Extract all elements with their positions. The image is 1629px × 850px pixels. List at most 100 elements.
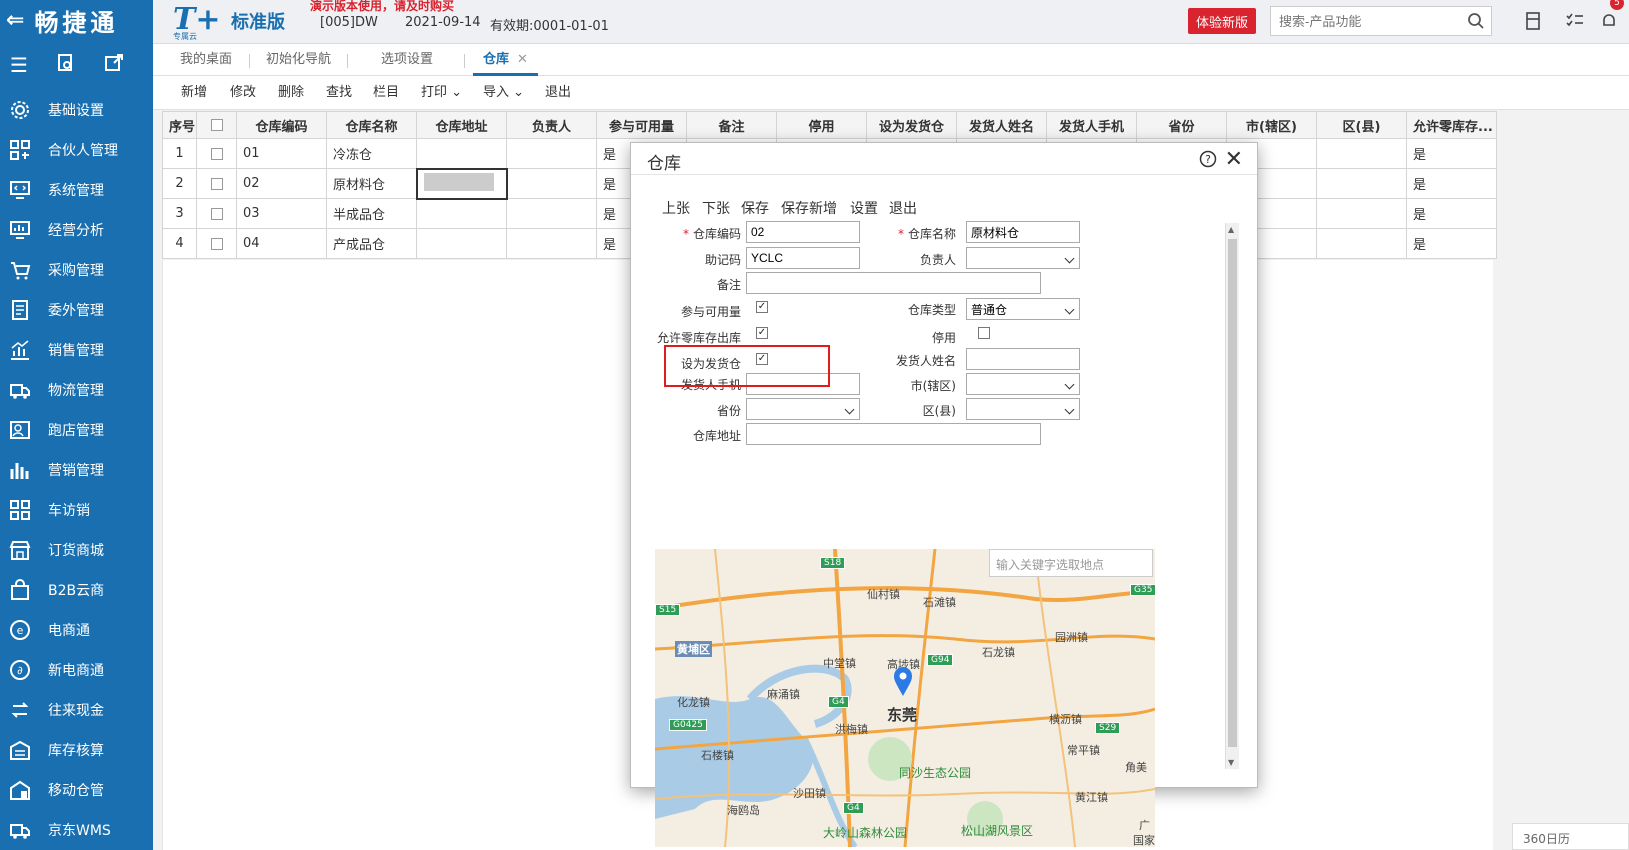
tab-init-nav[interactable]: 初始化导航: [266, 44, 331, 76]
column-header[interactable]: 参与可用量: [596, 111, 687, 139]
prev-record-button[interactable]: 上张: [662, 198, 690, 218]
row-checkbox[interactable]: [210, 177, 223, 190]
close-icon[interactable]: ✕: [1225, 147, 1243, 172]
tab-divider: [347, 54, 348, 68]
map-pin-icon[interactable]: [893, 667, 913, 697]
account-code: [005]DW: [320, 15, 378, 30]
tab-options[interactable]: 选项设置: [381, 44, 433, 76]
close-tab-icon[interactable]: ✕: [517, 52, 528, 67]
column-header[interactable]: 省份: [1136, 111, 1227, 139]
scroll-thumb[interactable]: [1228, 239, 1237, 747]
select-all-checkbox[interactable]: [196, 111, 237, 139]
edit-button[interactable]: 修改: [230, 76, 256, 110]
checklist-icon[interactable]: [1565, 11, 1585, 31]
sidebar-item-11[interactable]: 车访销: [0, 490, 153, 530]
sidebar-item-4[interactable]: 经营分析: [0, 210, 153, 250]
column-header[interactable]: 允许零库存...: [1406, 111, 1497, 139]
column-header[interactable]: 备注: [686, 111, 777, 139]
search-doc-icon[interactable]: [56, 53, 76, 78]
column-header[interactable]: 设为发货仓: [866, 111, 957, 139]
sidebar-item-1[interactable]: 基础设置: [0, 90, 153, 130]
save-new-button[interactable]: 保存新增: [781, 198, 837, 218]
column-header[interactable]: 仓库名称: [326, 111, 417, 139]
columns-button[interactable]: 栏目: [373, 76, 399, 110]
remark-field[interactable]: [746, 272, 1041, 294]
mnemonic-field[interactable]: [746, 247, 860, 269]
map-search-input[interactable]: 输入关键字选取地点: [989, 549, 1153, 577]
sidebar-item-10[interactable]: 营销管理: [0, 450, 153, 490]
import-button[interactable]: 导入 ⌄: [483, 76, 524, 110]
sidebar-item-7[interactable]: 销售管理: [0, 330, 153, 370]
save-button[interactable]: 保存: [741, 198, 769, 218]
province-select[interactable]: [746, 398, 860, 420]
column-header[interactable]: 市(辖区): [1226, 111, 1317, 139]
column-header[interactable]: 负责人: [506, 111, 597, 139]
shipper-name-field[interactable]: [966, 348, 1080, 370]
add-button[interactable]: 新增: [181, 76, 207, 110]
dialog-title: 仓库: [647, 154, 681, 174]
allow-zero-checkbox[interactable]: ✓: [756, 327, 768, 339]
print-button[interactable]: 打印 ⌄: [421, 76, 462, 110]
next-record-button[interactable]: 下张: [702, 198, 730, 218]
available-checkbox[interactable]: ✓: [756, 301, 768, 313]
bell-icon[interactable]: [1599, 11, 1619, 31]
sidebar-item-15[interactable]: ∂ 新电商通: [0, 650, 153, 690]
map-place: 洪梅镇: [835, 723, 868, 736]
tab-desktop[interactable]: 我的桌面: [180, 44, 232, 76]
column-header[interactable]: 发货人手机: [1046, 111, 1137, 139]
sidebar-item-5[interactable]: 采购管理: [0, 250, 153, 290]
sidebar-item-8[interactable]: 物流管理: [0, 370, 153, 410]
sidebar-item-9[interactable]: 跑店管理: [0, 410, 153, 450]
export-icon[interactable]: [104, 53, 124, 78]
search-input[interactable]: [1271, 7, 1451, 35]
calendar-widget[interactable]: 360日历: [1512, 823, 1629, 850]
sidebar-item-18[interactable]: 移动仓管: [0, 770, 153, 810]
dialog-scrollbar[interactable]: ▲ ▼: [1225, 223, 1239, 769]
help-icon[interactable]: ?: [1199, 150, 1217, 168]
row-checkbox[interactable]: [210, 147, 223, 160]
name-field[interactable]: [966, 221, 1080, 243]
manager-select[interactable]: [966, 247, 1080, 269]
sidebar-item-14[interactable]: e 电商通: [0, 610, 153, 650]
code-field[interactable]: [746, 221, 860, 243]
road-shield: G4: [843, 802, 864, 814]
brand[interactable]: ⇐ 畅捷通: [0, 0, 153, 40]
column-header[interactable]: 序号: [162, 111, 197, 139]
city-select[interactable]: [966, 373, 1080, 395]
sidebar-item-17[interactable]: 库存核算: [0, 730, 153, 770]
sidebar-item-3[interactable]: 系统管理: [0, 170, 153, 210]
scroll-down-icon[interactable]: ▼: [1228, 758, 1234, 767]
try-new-version-button[interactable]: 体验新版: [1188, 8, 1256, 34]
warehouse-type-select[interactable]: 普通仓: [966, 298, 1080, 320]
delete-button[interactable]: 删除: [278, 76, 304, 110]
sidebar-item-2[interactable]: 合伙人管理: [0, 130, 153, 170]
address-field[interactable]: [746, 423, 1041, 445]
column-header[interactable]: 仓库编码: [236, 111, 327, 139]
search-icon[interactable]: [1467, 12, 1485, 30]
calculator-icon[interactable]: [1523, 11, 1543, 31]
checkbox-icon[interactable]: [210, 119, 223, 131]
column-header[interactable]: 停用: [776, 111, 867, 139]
column-header[interactable]: 区(县): [1316, 111, 1407, 139]
demo-notice[interactable]: 演示版本使用，请及时购买: [310, 0, 454, 14]
tab-warehouse[interactable]: 仓库 ✕: [473, 44, 538, 76]
exit-button[interactable]: 退出: [545, 76, 571, 110]
district-select[interactable]: [966, 398, 1080, 420]
column-header[interactable]: 仓库地址: [416, 111, 507, 139]
back-arrow-icon[interactable]: ⇐: [6, 8, 28, 33]
menu-icon[interactable]: ☰: [10, 53, 28, 77]
disabled-checkbox[interactable]: [978, 327, 990, 339]
sidebar-item-16[interactable]: 往来现金: [0, 690, 153, 730]
exit-dialog-button[interactable]: 退出: [889, 198, 917, 218]
sidebar-item-6[interactable]: 委外管理: [0, 290, 153, 330]
row-checkbox[interactable]: [210, 237, 223, 250]
location-map[interactable]: 输入关键字选取地点 S18 G35 S15 G94 G4 G0425 S29 G…: [655, 549, 1155, 847]
settings-button[interactable]: 设置: [850, 198, 878, 218]
scroll-up-icon[interactable]: ▲: [1228, 225, 1234, 234]
sidebar-item-12[interactable]: 订货商城: [0, 530, 153, 570]
row-checkbox[interactable]: [210, 207, 223, 220]
column-header[interactable]: 发货人姓名: [956, 111, 1047, 139]
sidebar-item-13[interactable]: B2B云商: [0, 570, 153, 610]
sidebar-item-19[interactable]: 京东WMS: [0, 810, 153, 850]
find-button[interactable]: 查找: [326, 76, 352, 110]
